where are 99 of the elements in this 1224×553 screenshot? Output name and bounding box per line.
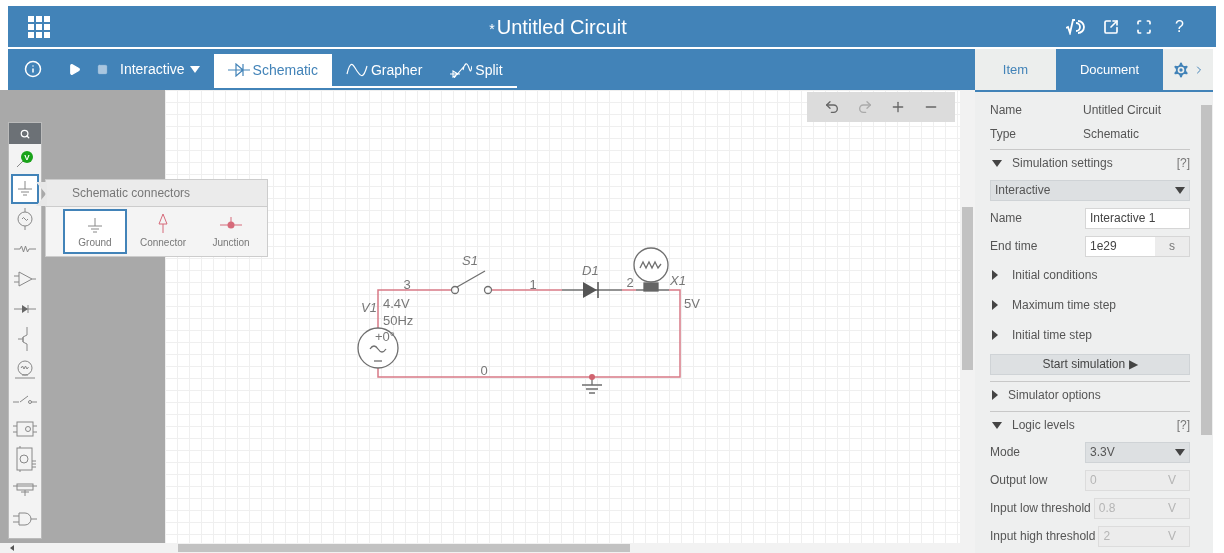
help-button[interactable]: ? bbox=[1169, 14, 1190, 39]
palette-item[interactable] bbox=[11, 174, 39, 204]
panel-tab[interactable]: Item bbox=[975, 49, 1056, 90]
caret-down-icon bbox=[1175, 448, 1185, 456]
connector-icon bbox=[157, 213, 169, 233]
field-label: Mode bbox=[990, 444, 1022, 461]
property-value: Schematic bbox=[1083, 126, 1140, 143]
property-label: Name bbox=[990, 102, 1023, 119]
view-tab[interactable]: Grapher bbox=[331, 54, 437, 86]
resistor-icon bbox=[14, 245, 36, 253]
component-label: V1 bbox=[361, 300, 377, 315]
ac-source-symbol bbox=[357, 327, 399, 369]
scrollbar-thumb[interactable] bbox=[1201, 105, 1212, 435]
ground-icon bbox=[86, 217, 104, 233]
amplifier-icon bbox=[14, 271, 36, 287]
caret-down-icon bbox=[992, 421, 1002, 429]
diode-icon bbox=[227, 63, 250, 77]
component-value: 50Hz bbox=[383, 313, 414, 328]
mode-dropdown[interactable]: Interactive bbox=[120, 50, 200, 88]
collapsible-row[interactable]: Initial time step bbox=[990, 320, 1190, 350]
search-icon bbox=[20, 128, 30, 139]
component-value: 5V bbox=[684, 296, 700, 311]
collapsible-row[interactable]: Initial conditions bbox=[990, 260, 1190, 290]
field-label: End time bbox=[990, 238, 1039, 255]
redo-icon[interactable] bbox=[856, 99, 873, 115]
junction-dot bbox=[589, 374, 595, 380]
external-link-icon[interactable] bbox=[1103, 18, 1120, 35]
field-label: Output low bbox=[990, 472, 1049, 489]
stop-icon[interactable] bbox=[97, 63, 108, 75]
panel-tab[interactable]: Document bbox=[1056, 49, 1163, 90]
field-label: Input low threshold bbox=[990, 500, 1092, 517]
select-field[interactable]: Interactive bbox=[990, 179, 1190, 201]
scrollbar-thumb[interactable] bbox=[178, 544, 630, 552]
modified-mark: * bbox=[489, 19, 495, 39]
section-header[interactable]: Simulation settings [?] bbox=[990, 150, 1190, 176]
window-title: Untitled Circuit bbox=[496, 14, 627, 40]
component-value: +0° bbox=[375, 329, 396, 344]
view-tab[interactable]: Schematic bbox=[213, 54, 332, 86]
ac-source-icon bbox=[16, 208, 34, 230]
input-field[interactable]: Interactive 1 bbox=[1085, 207, 1190, 229]
fullscreen-icon[interactable] bbox=[1136, 18, 1153, 35]
chip-icon bbox=[13, 420, 37, 438]
select-field[interactable]: 3.3V bbox=[1085, 441, 1190, 463]
diode-icon bbox=[14, 304, 36, 314]
start-simulation-button[interactable]: Start simulation ▶ bbox=[990, 353, 1190, 375]
sqrt-signal-icon[interactable] bbox=[1066, 18, 1087, 35]
switch-icon bbox=[13, 394, 37, 404]
view-tab[interactable]: Split bbox=[436, 54, 517, 86]
scroll-left-icon[interactable] bbox=[10, 545, 14, 551]
info-icon[interactable] bbox=[24, 60, 42, 78]
node-label: 0 bbox=[480, 363, 488, 378]
lamp-icon bbox=[15, 359, 35, 379]
help-link[interactable]: [?] bbox=[1176, 154, 1190, 172]
property-label: Type bbox=[990, 126, 1017, 143]
collapsible-row[interactable]: Maximum time step bbox=[990, 290, 1190, 320]
node-label: 2 bbox=[626, 275, 634, 290]
ground-icon bbox=[16, 180, 34, 198]
relay-icon bbox=[13, 482, 37, 496]
horizontal-scrollbar[interactable] bbox=[0, 543, 975, 553]
section-header[interactable]: Simulator options bbox=[990, 382, 1190, 408]
caret-down-icon bbox=[189, 65, 200, 73]
caret-down-icon bbox=[992, 159, 1002, 167]
vertical-scrollbar[interactable] bbox=[960, 90, 975, 543]
caret-right-icon bbox=[992, 390, 998, 400]
component-value: 4.4V bbox=[383, 296, 410, 311]
help-link[interactable]: [?] bbox=[1176, 416, 1190, 434]
component-label: D1 bbox=[582, 263, 599, 278]
palette-item[interactable]: V bbox=[11, 144, 39, 174]
popup-title: Schematic connectors bbox=[46, 180, 267, 207]
play-icon[interactable] bbox=[68, 62, 81, 76]
connector-option[interactable]: Ground bbox=[63, 209, 127, 254]
caret-right-icon bbox=[992, 330, 998, 340]
timer-chip-icon bbox=[14, 446, 36, 472]
node-label: 3 bbox=[403, 277, 411, 292]
lamp-symbol bbox=[633, 247, 670, 292]
caret-down-icon bbox=[1175, 186, 1185, 194]
apps-grid-icon[interactable] bbox=[28, 15, 50, 38]
split-view-icon bbox=[450, 62, 473, 78]
connector-option[interactable]: Junction bbox=[199, 209, 263, 254]
switch-symbol bbox=[450, 270, 493, 295]
settings-icon bbox=[1171, 59, 1191, 80]
caret-right-icon bbox=[992, 270, 998, 280]
field-label: Input high threshold bbox=[990, 528, 1097, 545]
sine-wave-icon bbox=[345, 63, 368, 77]
section-header[interactable]: Logic levels [?] bbox=[990, 412, 1190, 438]
node-label: 1 bbox=[529, 277, 537, 292]
input-field[interactable]: 1e29 s bbox=[1085, 235, 1190, 257]
component-label: X1 bbox=[670, 273, 686, 288]
connector-option[interactable]: Connector bbox=[131, 209, 195, 254]
field-label: Name bbox=[990, 210, 1023, 227]
settings-tab[interactable] bbox=[1163, 49, 1213, 90]
component-label: S1 bbox=[462, 253, 478, 268]
undo-icon[interactable] bbox=[823, 99, 840, 115]
property-value: Untitled Circuit bbox=[1083, 102, 1162, 119]
diode-symbol bbox=[561, 281, 623, 299]
caret-right-icon bbox=[992, 300, 998, 310]
scrollbar-thumb[interactable] bbox=[962, 207, 973, 370]
gate-icon bbox=[13, 512, 37, 526]
palette-search[interactable] bbox=[9, 123, 41, 144]
